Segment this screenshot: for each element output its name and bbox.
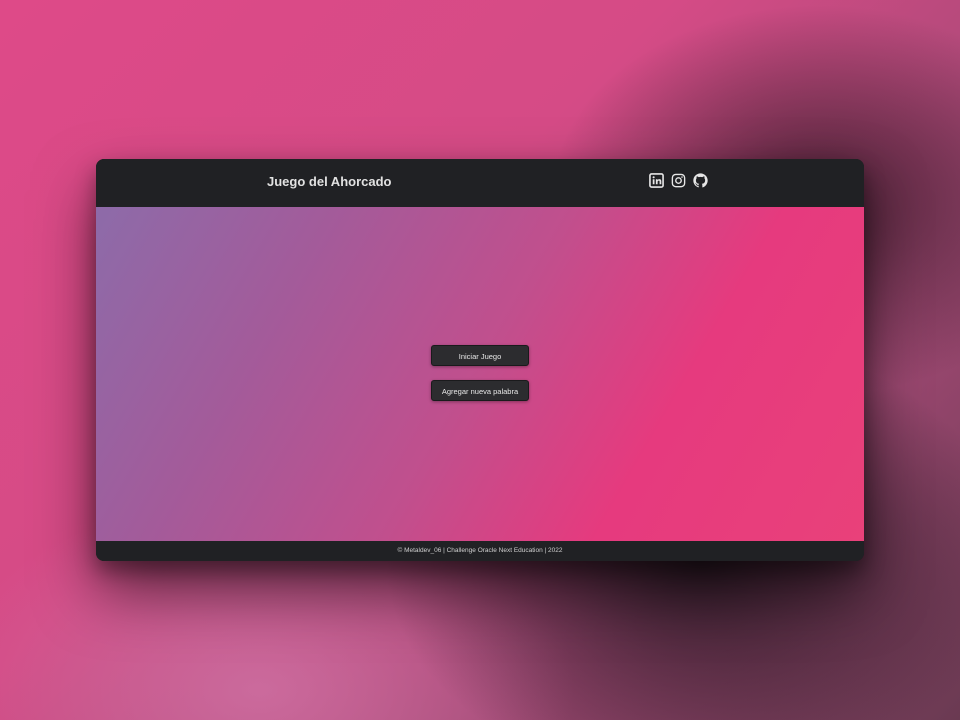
start-game-button[interactable]: Iniciar Juego bbox=[431, 345, 529, 366]
linkedin-icon[interactable] bbox=[649, 173, 664, 188]
add-word-button[interactable]: Agregar nueva palabra bbox=[431, 380, 529, 401]
instagram-icon[interactable] bbox=[671, 173, 686, 188]
footer-credits: © Metaldev_06 | Challenge Oracle Next Ed… bbox=[96, 541, 864, 561]
social-links bbox=[649, 173, 708, 188]
header-bar: Juego del Ahorcado bbox=[96, 159, 864, 207]
app-window: Juego del Ahorcado Iniciar Juego Agregar… bbox=[96, 159, 864, 561]
game-area: Iniciar Juego Agregar nueva palabra bbox=[96, 207, 864, 541]
page-title: Juego del Ahorcado bbox=[267, 174, 392, 189]
github-icon[interactable] bbox=[693, 173, 708, 188]
